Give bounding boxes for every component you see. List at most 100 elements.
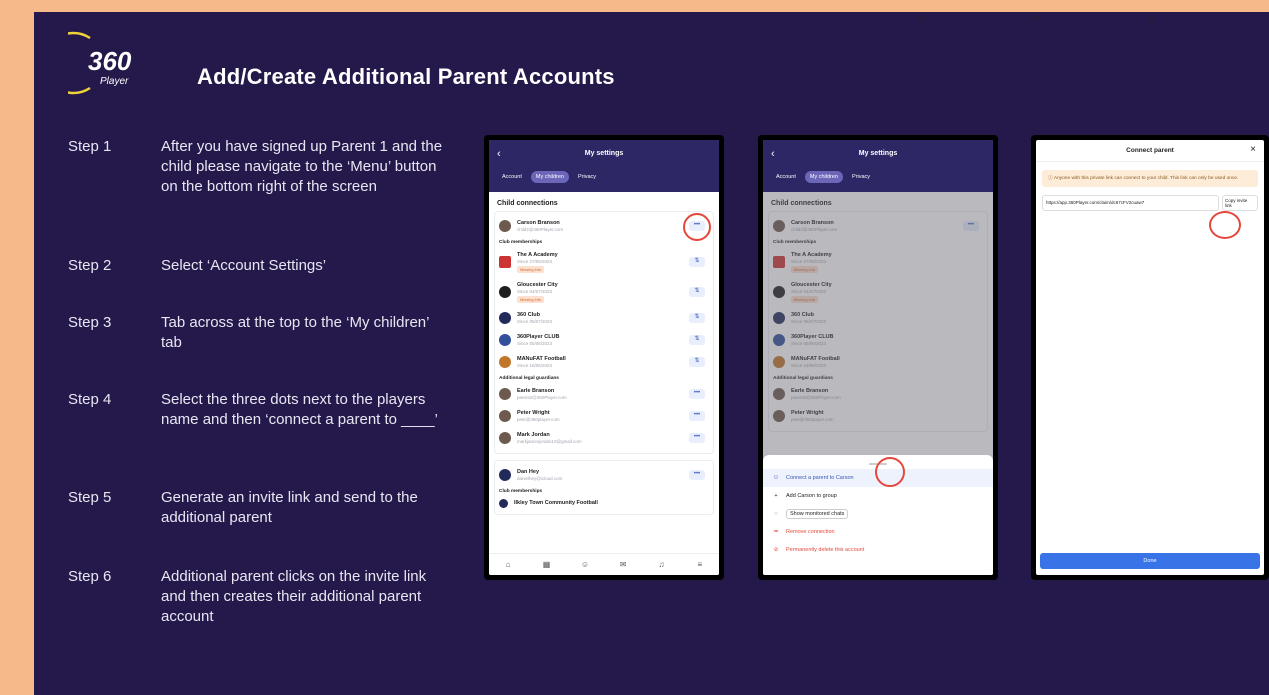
- child-name: Dan Hey: [517, 469, 540, 475]
- logo-word: Player: [100, 76, 129, 87]
- warning-icon: ⊘: [773, 547, 779, 553]
- club-since: Since 04/07/2023: [517, 288, 553, 294]
- decorative-dots: [34, 14, 1269, 24]
- add-to-group-option[interactable]: + Add Carson to group: [763, 487, 993, 505]
- club-heading: Club memberships: [499, 240, 543, 245]
- club-crest-icon: [499, 498, 508, 508]
- nav-menu-icon[interactable]: ≡: [696, 560, 704, 569]
- monitored-chats-option[interactable]: ◌ Show monitored chats: [763, 505, 993, 523]
- club-action-button[interactable]: ⇅: [689, 287, 705, 297]
- copy-invite-link-button[interactable]: Copy invite link: [1222, 195, 1258, 211]
- avatar: [499, 469, 511, 481]
- step-text: Select the three dots next to the player…: [161, 391, 438, 428]
- club-name: MANuFAT Football: [517, 356, 566, 362]
- nav-calendar-icon[interactable]: ▦: [542, 560, 551, 569]
- tab-my-children[interactable]: My children: [804, 171, 843, 183]
- child-email: child2@360Player.com: [517, 227, 564, 232]
- app-header: ‹ My settings Account My children Privac…: [489, 140, 719, 192]
- highlight-circle: [1209, 211, 1241, 239]
- tab-my-children[interactable]: My children: [530, 171, 569, 183]
- menu-label: Add Carson to group: [786, 493, 837, 499]
- guardian-email: markjamesjordan10@gmail.com: [517, 439, 582, 444]
- status-badge: Missing info: [517, 265, 545, 273]
- menu-label: Show monitored chats: [786, 509, 849, 519]
- more-options-button[interactable]: •••: [689, 470, 705, 480]
- club-name: 360Player CLUB: [517, 334, 560, 340]
- warning-notice: ⓘ Anyone with this private link can conn…: [1042, 170, 1258, 187]
- club-name: The A Academy: [517, 251, 558, 258]
- status-badge: Missing info: [517, 295, 545, 303]
- phone-screenshot-action-sheet: ‹ My settings Account My children Privac…: [758, 135, 998, 580]
- guardian-name: Mark Jordan: [517, 432, 550, 438]
- step-text: After you have signed up Parent 1 and th…: [161, 138, 443, 195]
- phone-screenshot-my-children: ‹ My settings Account My children Privac…: [484, 135, 724, 580]
- club-crest-icon: [499, 356, 511, 368]
- person-plus-icon: ⚇: [773, 475, 779, 481]
- remove-connection-option[interactable]: ⚮ Remove connection: [763, 523, 993, 541]
- guardian-email: parent2@360Player.com: [517, 395, 567, 400]
- header-title: My settings: [584, 150, 624, 157]
- more-options-button[interactable]: •••: [689, 389, 705, 399]
- warning-text: Anyone with this private link can connec…: [1053, 176, 1239, 181]
- club-action-button[interactable]: ⇅: [689, 335, 705, 345]
- club-action-button[interactable]: ⇅: [689, 257, 705, 267]
- club-since: Since 16/06/2023: [517, 363, 553, 368]
- app-header: ‹ My settings Account My children Privac…: [763, 140, 993, 192]
- phone-screenshot-connect-parent: Connect parent × ⓘ Anyone with this priv…: [1031, 135, 1269, 580]
- nav-home-icon[interactable]: ⌂: [504, 560, 512, 569]
- invite-link-row: https://app.360Player.com/claim/dc67cFV2…: [1042, 195, 1258, 211]
- done-button[interactable]: Done: [1040, 553, 1260, 569]
- step-label: Step 1: [68, 138, 112, 155]
- step-label: Step 6: [68, 568, 112, 585]
- club-action-button[interactable]: ⇅: [689, 313, 705, 323]
- club-name: Gloucester City: [517, 281, 558, 288]
- step-label: Step 3: [68, 314, 112, 331]
- chat-icon: ◌: [774, 511, 778, 517]
- invite-link-field[interactable]: https://app.360Player.com/claim/dc67cFV2…: [1042, 195, 1219, 211]
- nav-team-icon[interactable]: ☺: [581, 560, 589, 569]
- club-name: Ilkley Town Community Football: [514, 500, 598, 506]
- logo-360player: 360 Player: [42, 30, 160, 96]
- screen: ‹ My settings Account My children Privac…: [763, 140, 993, 575]
- close-icon[interactable]: ×: [1250, 144, 1256, 155]
- child-card: Carson Branson child2@360Player.com ••• C…: [494, 211, 714, 454]
- delete-account-option[interactable]: ⊘ Permanently delete this account: [763, 541, 993, 559]
- modal-title: Connect parent: [1126, 147, 1174, 154]
- menu-label: Connect a parent to Carson: [786, 475, 854, 481]
- tab-privacy[interactable]: Privacy: [847, 171, 875, 183]
- avatar: [499, 432, 511, 444]
- bottom-nav: ⌂ ▦ ☺ ✉ ♫ ≡: [489, 553, 719, 575]
- child-email: danielhey@icloud.com: [517, 476, 563, 481]
- header-title: My settings: [858, 150, 898, 157]
- avatar: [499, 410, 511, 422]
- more-options-button[interactable]: •••: [689, 433, 705, 443]
- screen: Connect parent × ⓘ Anyone with this priv…: [1036, 140, 1264, 575]
- step-label: Step 4: [68, 391, 112, 408]
- guardian-name: Earle Branson: [517, 388, 555, 394]
- unlink-icon: ⚮: [773, 529, 779, 535]
- nav-notifications-icon[interactable]: ♫: [657, 560, 665, 569]
- step-text: Select ‘Account Settings’: [161, 257, 327, 274]
- club-name: 360 Club: [517, 312, 540, 318]
- more-options-button[interactable]: •••: [689, 411, 705, 421]
- highlight-circle: [875, 457, 905, 487]
- nav-chat-icon[interactable]: ✉: [619, 560, 627, 569]
- step-text: Tab across at the top to the ‘My childre…: [161, 314, 429, 351]
- tab-privacy[interactable]: Privacy: [573, 171, 601, 183]
- logo-number: 360: [88, 46, 132, 76]
- avatar: [499, 388, 511, 400]
- club-heading: Club memberships: [499, 489, 543, 494]
- guardians-heading: Additional legal guardians: [499, 376, 559, 381]
- plus-icon: +: [774, 493, 778, 499]
- club-crest-icon: [499, 286, 511, 298]
- screen: ‹ My settings Account My children Privac…: [489, 140, 719, 575]
- tab-account[interactable]: Account: [497, 171, 527, 183]
- step-label: Step 5: [68, 489, 112, 506]
- page-title: Add/Create Additional Parent Accounts: [197, 64, 615, 89]
- menu-label: Remove connection: [786, 529, 835, 535]
- club-action-button[interactable]: ⇅: [689, 357, 705, 367]
- menu-label: Permanently delete this account: [786, 547, 865, 553]
- tab-account[interactable]: Account: [771, 171, 801, 183]
- avatar: [499, 220, 511, 232]
- club-crest-icon: [499, 334, 511, 346]
